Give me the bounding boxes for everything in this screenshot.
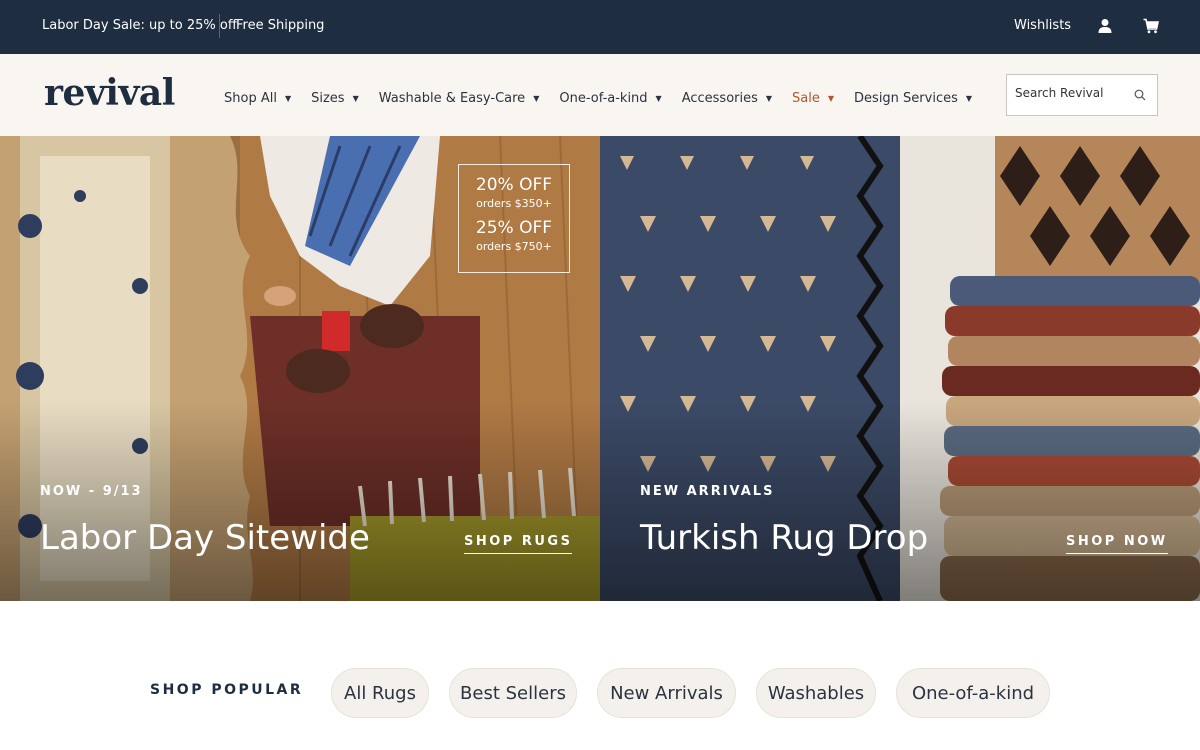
divider xyxy=(219,14,220,38)
caret-down-icon: ▼ xyxy=(352,94,359,103)
offer-tier-2-threshold: orders $750+ xyxy=(476,240,552,253)
nav-item-label: Accessories xyxy=(681,91,758,106)
offer-tier-1-threshold: orders $350+ xyxy=(476,197,552,210)
offer-tier-1: 20% OFF xyxy=(475,175,553,195)
shop-now-link[interactable]: SHOP NOW xyxy=(1066,534,1168,554)
hero-headline: Turkish Rug Drop xyxy=(640,518,929,558)
caret-down-icon: ▼ xyxy=(765,94,773,103)
nav-item-one-of-a-kind[interactable]: One-of-a-kind ▼ xyxy=(559,91,661,106)
nav-item-shop-all[interactable]: Shop All ▼ xyxy=(224,91,291,106)
nav-item-label: Sizes xyxy=(311,91,345,106)
caret-down-icon: ▼ xyxy=(827,94,835,103)
hero-kicker: NOW - 9/13 xyxy=(40,484,143,499)
main-nav: revival Shop All ▼ Sizes ▼ Washable & Easy… xyxy=(0,54,1200,136)
hero-turkish-rugs[interactable]: NEW ARRIVALS Turkish Rug Drop SHOP NOW xyxy=(600,136,1200,601)
search-input[interactable] xyxy=(1015,86,1125,100)
caret-down-icon: ▼ xyxy=(284,94,292,103)
pill-washables[interactable]: Washables xyxy=(756,668,876,718)
hero-labor-day[interactable]: 20% OFF orders $350+ 25% OFF orders $750… xyxy=(0,136,600,601)
nav-item-label: Shop All xyxy=(224,91,277,106)
nav-item-label: Sale xyxy=(792,91,820,106)
nav-item-label: Washable & Easy-Care xyxy=(378,91,526,106)
search-icon[interactable] xyxy=(1134,89,1146,101)
hero-shade xyxy=(600,401,1200,601)
pill-all-rugs[interactable]: All Rugs xyxy=(331,668,429,718)
shop-popular-heading: SHOP POPULAR xyxy=(150,682,304,698)
announcement-bar: Labor Day Sale: up to 25% off Free Shipp… xyxy=(0,0,1200,54)
hero-kicker: NEW ARRIVALS xyxy=(640,484,775,499)
revival-logo[interactable]: revival xyxy=(44,72,175,114)
search-box[interactable] xyxy=(1006,74,1158,116)
nav-item-design-services[interactable]: Design Services ▼ xyxy=(854,91,972,106)
offer-tier-2: 25% OFF xyxy=(475,218,553,238)
hero-shade xyxy=(0,401,600,601)
account-icon[interactable] xyxy=(1097,18,1113,34)
sale-promo-link[interactable]: Labor Day Sale: up to 25% off xyxy=(42,18,237,33)
nav-menu: Shop All ▼ Sizes ▼ Washable & Easy-Care ▼ O… xyxy=(224,91,992,106)
caret-down-icon: ▼ xyxy=(655,94,662,103)
pill-best-sellers[interactable]: Best Sellers xyxy=(449,668,577,718)
nav-item-accessories[interactable]: Accessories ▼ xyxy=(682,91,772,106)
pill-one-of-a-kind[interactable]: One-of-a-kind xyxy=(896,668,1050,718)
nav-item-sizes[interactable]: Sizes ▼ xyxy=(311,91,359,106)
free-shipping-link[interactable]: Free Shipping xyxy=(236,18,324,33)
nav-item-washable[interactable]: Washable & Easy-Care ▼ xyxy=(379,91,540,106)
pill-new-arrivals[interactable]: New Arrivals xyxy=(597,668,736,718)
cart-icon[interactable] xyxy=(1143,18,1159,34)
hero-headline: Labor Day Sitewide xyxy=(40,518,370,558)
nav-item-sale[interactable]: Sale ▼ xyxy=(792,91,834,106)
nav-item-label: Design Services xyxy=(854,91,958,106)
caret-down-icon: ▼ xyxy=(533,94,540,103)
wishlists-link[interactable]: Wishlists xyxy=(1014,18,1071,33)
shop-popular-section: SHOP POPULAR All Rugs Best Sellers New A… xyxy=(0,601,1200,750)
shop-rugs-link[interactable]: SHOP RUGS xyxy=(464,534,573,554)
caret-down-icon: ▼ xyxy=(965,94,973,103)
nav-item-label: One-of-a-kind xyxy=(559,91,648,106)
offer-box: 20% OFF orders $350+ 25% OFF orders $750… xyxy=(458,164,570,273)
